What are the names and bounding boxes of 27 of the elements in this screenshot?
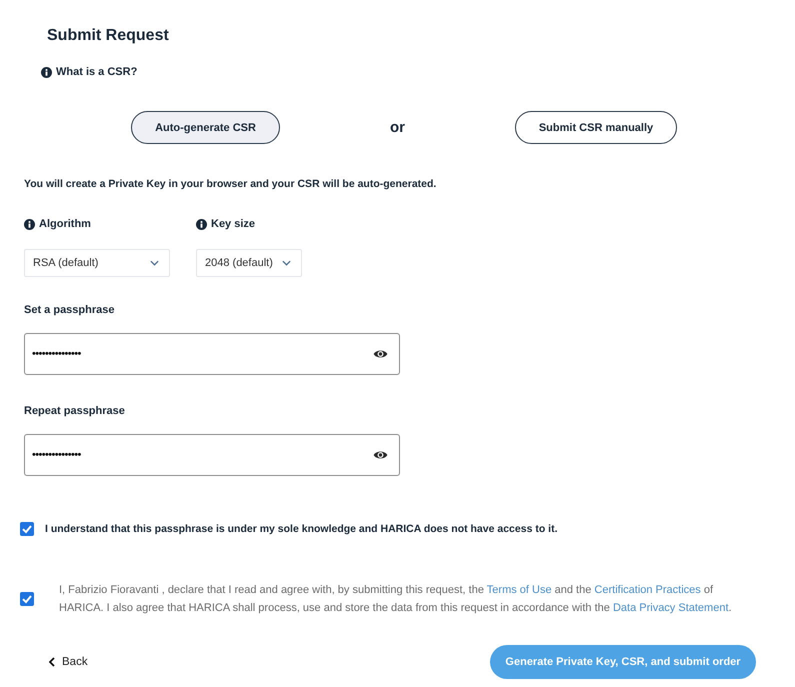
checkbox[interactable] xyxy=(20,522,34,536)
eye-icon[interactable] xyxy=(373,349,388,359)
password-field[interactable]: ••••••••••••••• xyxy=(24,434,400,476)
info-icon xyxy=(196,218,207,230)
password-field[interactable]: ••••••••••••••• xyxy=(24,333,400,375)
description-text: You will create a Private Key in your browser and your CSR will be auto-generated. xyxy=(24,177,436,191)
dropdown[interactable]: RSA (default) xyxy=(24,249,170,277)
option-button[interactable]: Auto-generate CSR xyxy=(131,111,280,144)
dropdown[interactable]: 2048 (default) xyxy=(196,249,302,277)
page-title: Submit Request xyxy=(47,26,169,46)
field-label: Set a passphrase xyxy=(24,303,114,317)
chevron-left-icon xyxy=(49,657,55,667)
field-label: Repeat passphrase xyxy=(24,404,125,418)
chevron-down-icon xyxy=(150,260,159,266)
back-link[interactable]: Back xyxy=(49,655,88,669)
checkbox[interactable] xyxy=(20,592,34,606)
agreement-text: I, Fabrizio Fioravanti , declare that I read and agree with, by submitting this request, the Terms of Use and the Certification Practices of HARICA. I also agree that HARICA shall process, use and store the data from this request in accordance with the Data Privacy Statement. xyxy=(59,583,733,616)
chevron-down-icon xyxy=(282,260,291,266)
option-button[interactable]: Submit CSR manually xyxy=(515,111,677,144)
agreement-text: I understand that this passphrase is under my sole knowledge and HARICA does not have access to it. xyxy=(45,522,558,536)
eye-icon[interactable] xyxy=(373,450,388,460)
help-link[interactable]: What is a CSR? xyxy=(56,65,138,79)
separator-text: or xyxy=(390,118,405,136)
info-icon xyxy=(41,66,52,78)
field-label: Key size xyxy=(211,217,256,231)
info-icon xyxy=(24,218,35,230)
field-label: Algorithm xyxy=(39,217,91,231)
